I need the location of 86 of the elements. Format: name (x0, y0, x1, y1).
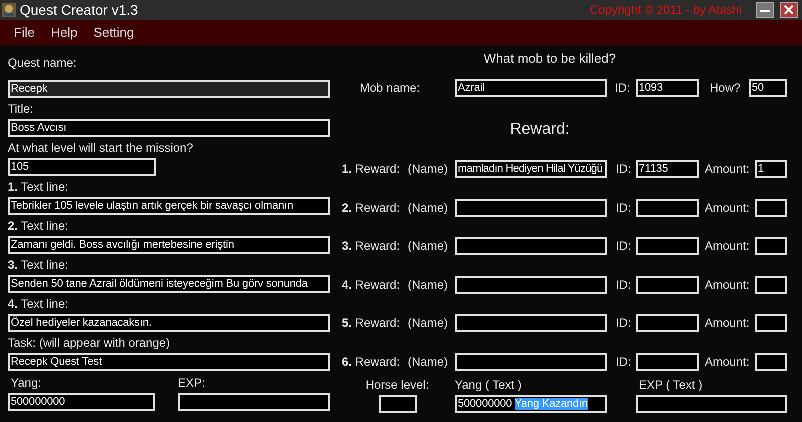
input-field[interactable] (178, 393, 330, 411)
copyright-text: Copyright © 2011 - by Atashi (590, 3, 742, 17)
field-label: Amount: (704, 162, 751, 176)
field-label: ID: (615, 200, 632, 215)
name-hint: (Name) (408, 162, 450, 176)
field-label: Amount: (704, 239, 751, 254)
reward-label: 6. Reward: (341, 354, 402, 369)
reward-label: 4. Reward: (341, 278, 402, 292)
field-label: Horse level: (366, 376, 430, 394)
name-hint: (Name) (408, 200, 450, 215)
app-icon (2, 3, 16, 17)
reward-label: 2. Reward: (341, 200, 402, 215)
input-field[interactable] (636, 352, 699, 371)
field-label: At what level will start the mission? (8, 140, 194, 157)
input-field[interactable]: 1 (755, 160, 787, 178)
input-field[interactable] (455, 314, 607, 332)
field-label: Amount: (704, 278, 751, 292)
close-button[interactable] (780, 2, 798, 18)
name-hint: (Name) (408, 239, 450, 254)
field-label: ID: (615, 162, 632, 176)
field-label: How? (709, 81, 742, 95)
input-field[interactable] (636, 237, 699, 256)
input-field[interactable] (636, 394, 787, 413)
window-title: Quest Creator v1.3 (20, 2, 138, 18)
menu-item[interactable]: Setting (86, 25, 142, 40)
field-label: Yang: (10, 375, 42, 392)
input-field[interactable] (755, 276, 787, 294)
field-label: Amount: (704, 200, 751, 215)
input-field[interactable]: Boss Avcısı (8, 119, 330, 137)
field-label: ID: (614, 81, 632, 95)
field-label: Yang ( Text ) (455, 376, 522, 394)
input-field[interactable]: Zamanı geldi. Boss avcılığı mertebesine eriştin (8, 236, 330, 254)
field-label: 4. Text line: (8, 296, 70, 313)
input-field[interactable]: 71135 (636, 160, 699, 178)
input-field[interactable] (455, 276, 607, 294)
input-field[interactable]: Tebrikler 105 levele ulaştın artık gerçek bir savaşcı olmanın (8, 197, 330, 215)
field-label: Amount: (704, 354, 751, 369)
field-label: Mob name: (359, 81, 422, 95)
name-hint: (Name) (408, 278, 450, 292)
input-field[interactable]: 1093 (636, 79, 699, 97)
input-field[interactable] (455, 198, 607, 217)
minimize-button[interactable] (756, 2, 774, 18)
name-hint: (Name) (408, 316, 450, 330)
input-field[interactable] (455, 352, 607, 371)
input-field[interactable]: Azrail (455, 79, 607, 97)
field-label: 2. Text line: (8, 218, 70, 235)
input-field[interactable]: 105 (8, 158, 156, 176)
field-label: Task: (will appear with orange) (8, 335, 172, 352)
input-field[interactable] (455, 237, 607, 256)
input-field[interactable] (755, 237, 787, 256)
field-label: 1. Text line: (8, 179, 70, 196)
field-label: Title: (8, 101, 35, 118)
input-field[interactable]: 500000000 Yang Kazandın (455, 394, 607, 413)
input-field[interactable]: Recepk Quest Test (8, 353, 330, 371)
menu-item[interactable]: Help (42, 25, 86, 40)
input-field[interactable] (755, 198, 787, 217)
input-field[interactable] (755, 314, 787, 332)
input-field[interactable]: Recepk (8, 80, 330, 98)
input-field[interactable] (755, 352, 787, 371)
menu-item[interactable]: File (6, 25, 43, 40)
field-label: ID: (615, 239, 632, 254)
input-field[interactable] (636, 276, 699, 294)
name-hint: (Name) (408, 354, 450, 369)
reward-label: 5. Reward: (341, 316, 402, 330)
field-label: EXP: (178, 375, 206, 392)
field-label: Quest name: (8, 55, 78, 72)
input-field[interactable] (378, 394, 416, 413)
section-heading: What mob to be killed? (482, 50, 618, 68)
reward-label: 1. Reward: (341, 162, 402, 176)
input-field[interactable]: Özel hediyeler kazanacaksın. (8, 314, 330, 332)
input-field[interactable] (636, 314, 699, 332)
input-field[interactable]: 500000000 (8, 393, 155, 411)
input-field[interactable]: mamladın Hediyen Hilal Yüzüğü (455, 160, 607, 178)
close-icon (784, 5, 794, 15)
section-heading: Reward: (509, 120, 571, 140)
field-label: ID: (615, 316, 632, 330)
input-field[interactable]: Senden 50 tane Azrail öldümeni isteyeceğim Bu görv sonunda (8, 275, 330, 293)
field-label: ID: (615, 278, 632, 292)
input-field[interactable] (636, 198, 699, 217)
field-label: ID: (615, 354, 632, 369)
minimize-icon (760, 8, 770, 12)
field-label: EXP ( Text ) (638, 376, 703, 394)
reward-label: 3. Reward: (341, 239, 402, 254)
field-label: 3. Text line: (8, 257, 70, 274)
input-field[interactable]: 50 (749, 79, 787, 97)
field-label: Amount: (704, 316, 751, 330)
